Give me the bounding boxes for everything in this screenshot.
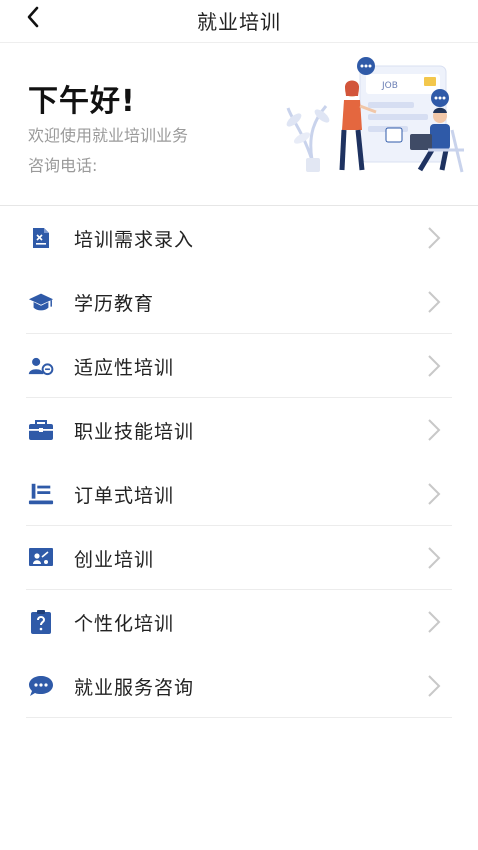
presentation-icon <box>28 546 54 570</box>
question-clipboard-icon <box>28 610 54 634</box>
user-shield-icon <box>28 354 54 378</box>
chat-bubble-icon <box>28 674 54 698</box>
chevron-right-icon <box>428 547 441 569</box>
menu-item-label: 个性化培训 <box>74 613 175 635</box>
graduation-cap-icon <box>28 290 54 314</box>
job-sign-text: JOB <box>381 81 398 91</box>
menu-item-entrepreneurship-training[interactable]: 创业培训 <box>0 526 478 590</box>
chevron-right-icon <box>428 611 441 633</box>
menu-item-label: 创业培训 <box>74 549 155 571</box>
service-menu: 培训需求录入 学历教育 适应性培训 职业技能培训 订单式培训 创业培训 个性化培… <box>0 206 478 718</box>
chevron-right-icon <box>428 355 441 377</box>
menu-item-adaptive-training[interactable]: 适应性培训 <box>0 334 478 398</box>
menu-item-label: 就业服务咨询 <box>74 677 195 699</box>
menu-item-vocational-skills-training[interactable]: 职业技能培训 <box>0 398 478 462</box>
menu-item-label: 订单式培训 <box>74 485 175 507</box>
hero-banner: 下午好! 欢迎使用就业培训业务 咨询电话: JOB <box>0 44 478 204</box>
consult-phone-label: 咨询电话: <box>28 156 98 175</box>
welcome-text: 欢迎使用就业培训业务 <box>28 126 189 145</box>
menu-divider <box>26 717 452 718</box>
menu-item-label: 职业技能培训 <box>74 421 195 443</box>
greeting-text: 下午好! <box>28 84 136 119</box>
job-meeting-illustration: JOB <box>286 57 464 173</box>
menu-item-label: 培训需求录入 <box>74 229 195 251</box>
menu-item-academic-education[interactable]: 学历教育 <box>0 270 478 334</box>
chevron-right-icon <box>428 483 441 505</box>
navbar: 就业培训 <box>0 0 478 40</box>
briefcase-icon <box>28 418 54 442</box>
chevron-right-icon <box>428 675 441 697</box>
menu-item-label: 适应性培训 <box>74 357 175 379</box>
order-list-icon <box>28 482 54 506</box>
chevron-right-icon <box>428 291 441 313</box>
menu-item-personalized-training[interactable]: 个性化培训 <box>0 590 478 654</box>
menu-item-order-training[interactable]: 订单式培训 <box>0 462 478 526</box>
menu-item-employment-service-consultation[interactable]: 就业服务咨询 <box>0 654 478 718</box>
chevron-right-icon <box>428 227 441 249</box>
menu-item-training-demand-entry[interactable]: 培训需求录入 <box>0 206 478 270</box>
chevron-right-icon <box>428 419 441 441</box>
page-title: 就业培训 <box>197 10 281 34</box>
document-icon <box>28 226 54 250</box>
navbar-divider <box>0 42 478 43</box>
menu-item-label: 学历教育 <box>74 293 155 315</box>
